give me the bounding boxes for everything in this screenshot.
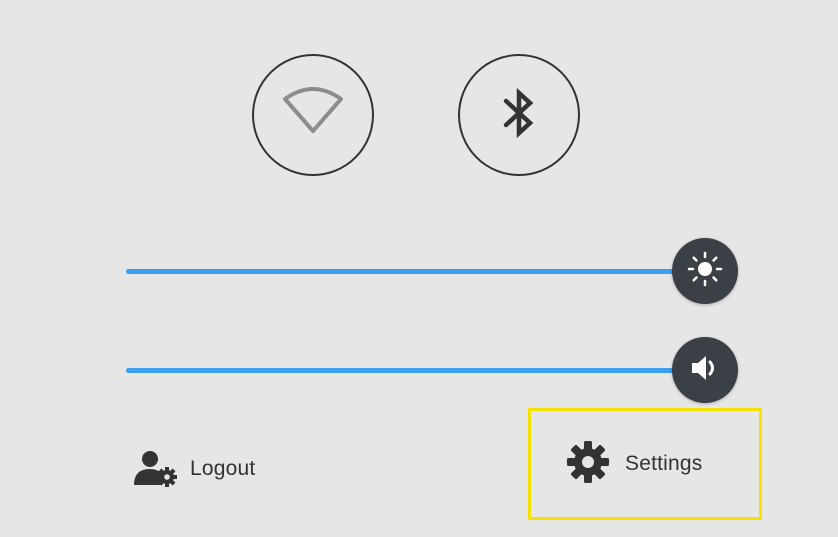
brightness-icon bbox=[687, 251, 723, 292]
wifi-icon bbox=[281, 85, 345, 146]
volume-slider-thumb[interactable] bbox=[672, 337, 738, 403]
logout-button[interactable]: Logout bbox=[130, 449, 255, 489]
volume-slider[interactable] bbox=[126, 335, 738, 405]
volume-slider-track[interactable] bbox=[126, 368, 738, 373]
gear-icon bbox=[566, 440, 610, 489]
brightness-slider-thumb[interactable] bbox=[672, 238, 738, 304]
user-settings-icon bbox=[130, 447, 178, 492]
settings-button[interactable]: Settings bbox=[528, 408, 762, 520]
brightness-slider[interactable] bbox=[126, 236, 738, 306]
bluetooth-toggle-button[interactable] bbox=[458, 54, 580, 176]
settings-label: Settings bbox=[625, 452, 703, 475]
volume-slider-fill bbox=[126, 368, 738, 373]
brightness-slider-track[interactable] bbox=[126, 269, 738, 274]
wifi-toggle-button[interactable] bbox=[252, 54, 374, 176]
bluetooth-icon bbox=[501, 87, 537, 144]
logout-label: Logout bbox=[190, 457, 256, 480]
volume-icon bbox=[687, 350, 723, 391]
brightness-slider-fill bbox=[126, 269, 738, 274]
